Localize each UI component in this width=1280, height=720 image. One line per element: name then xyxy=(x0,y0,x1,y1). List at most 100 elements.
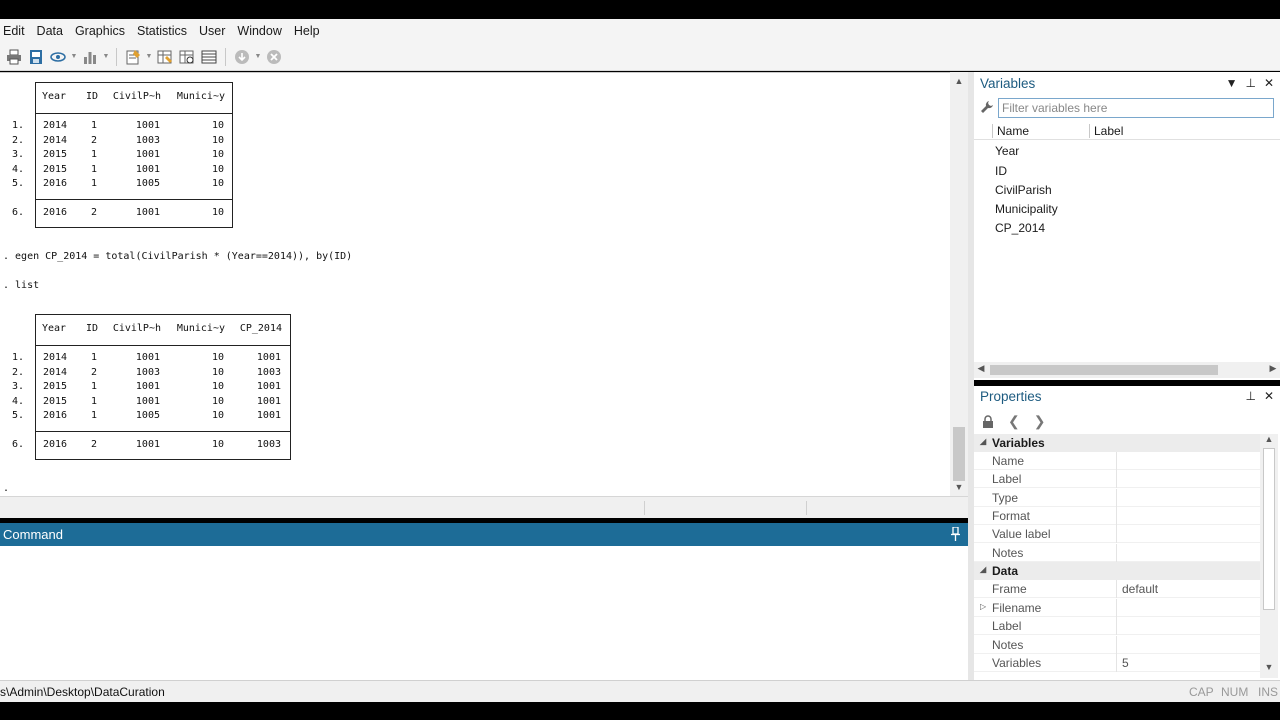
graph-dropdown-icon[interactable]: ▼ xyxy=(102,47,110,67)
properties-vertical-scrollbar[interactable]: ▲ ▼ xyxy=(1260,434,1278,678)
menu-graphics[interactable]: Graphics xyxy=(72,24,134,38)
table-header: Year xyxy=(42,323,67,334)
table-cell: 1 xyxy=(90,395,97,407)
variables-manager-icon[interactable] xyxy=(199,47,219,67)
results-vertical-scrollbar[interactable]: ▲ ▼ xyxy=(950,72,968,496)
property-row: Notes xyxy=(974,636,1260,654)
ins-indicator: INS xyxy=(1258,685,1279,699)
break-icon[interactable] xyxy=(264,47,284,67)
variable-item[interactable]: Municipality xyxy=(995,202,1058,216)
variable-item[interactable]: CivilParish xyxy=(995,183,1052,197)
table-cell: 2016 xyxy=(43,439,68,450)
variable-item[interactable]: ID xyxy=(995,164,1007,178)
close-icon[interactable]: ✕ xyxy=(1264,389,1274,403)
menu-help[interactable]: Help xyxy=(291,24,329,38)
results-window[interactable]: Year ID CivilP~h Munici~y 1. 2014 1 1001 10 2… xyxy=(0,72,968,496)
table-cell: 2016 xyxy=(43,207,68,218)
row-number: 5. xyxy=(12,410,25,421)
scroll-up-icon[interactable]: ▲ xyxy=(950,76,968,86)
viewer-dropdown-icon[interactable]: ▼ xyxy=(70,47,78,67)
lock-icon[interactable] xyxy=(982,414,994,428)
table-cell: 2015 xyxy=(43,395,68,407)
menu-edit[interactable]: Edit xyxy=(0,24,34,38)
property-row: Value label xyxy=(974,525,1260,543)
menu-data[interactable]: Data xyxy=(34,24,72,38)
table-cell: 10 xyxy=(211,207,224,218)
properties-panel: Properties ⊥ ✕ ❮ ❯ ◢ Variables Name Label… xyxy=(974,386,1280,680)
scroll-thumb[interactable] xyxy=(990,365,1218,375)
status-bar: s\Admin\Desktop\DataCuration CAP NUM INS xyxy=(0,680,1280,702)
cap-indicator: CAP xyxy=(1189,685,1214,699)
table-cell: 1001 xyxy=(135,207,160,218)
section-variables[interactable]: ◢ Variables xyxy=(974,434,1260,452)
table-header: CP_2014 xyxy=(239,323,282,334)
command-title: Command xyxy=(3,527,63,542)
properties-title: Properties xyxy=(980,389,1042,404)
table-cell: 10 xyxy=(211,395,224,407)
variable-item[interactable]: CP_2014 xyxy=(995,221,1045,235)
variables-filter-input[interactable]: Filter variables here xyxy=(998,98,1274,118)
pin-icon[interactable]: ⊥ xyxy=(1245,76,1255,90)
scroll-right-icon[interactable]: ▶ xyxy=(1266,363,1280,374)
table-cell: 1003 xyxy=(135,366,160,378)
table-cell: 1 xyxy=(90,120,97,131)
scroll-thumb[interactable] xyxy=(953,427,965,481)
column-label[interactable]: Label xyxy=(1094,124,1123,138)
do-file-dropdown-icon[interactable]: ▼ xyxy=(145,47,153,67)
section-data[interactable]: ◢ Data xyxy=(974,562,1260,580)
row-number: 3. xyxy=(12,149,25,160)
scroll-left-icon[interactable]: ◀ xyxy=(974,363,988,374)
close-icon[interactable]: ✕ xyxy=(1264,76,1274,90)
forward-icon[interactable]: ❯ xyxy=(1034,413,1046,430)
menu-statistics[interactable]: Statistics xyxy=(134,24,196,38)
wrench-icon[interactable] xyxy=(980,100,994,114)
scroll-down-icon[interactable]: ▼ xyxy=(1260,662,1278,672)
table-cell: 1 xyxy=(90,410,97,421)
table-cell: 1001 xyxy=(256,381,281,392)
graph-icon[interactable] xyxy=(80,47,100,67)
table-divider xyxy=(36,345,290,346)
data-browser-icon[interactable] xyxy=(177,47,197,67)
command-input[interactable] xyxy=(0,546,968,680)
scroll-thumb[interactable] xyxy=(1263,448,1275,610)
table-cell: 10 xyxy=(211,134,224,146)
filter-icon[interactable]: ▼ xyxy=(1226,76,1238,90)
row-number: 2. xyxy=(12,366,25,378)
table-header: Year xyxy=(42,91,67,102)
back-icon[interactable]: ❮ xyxy=(1008,413,1020,430)
table-cell: 10 xyxy=(211,439,224,450)
do-file-editor-icon[interactable] xyxy=(123,47,143,67)
scroll-up-icon[interactable]: ▲ xyxy=(1260,434,1278,444)
command-echo: . list xyxy=(3,280,40,291)
table-header: ID xyxy=(85,323,98,334)
more-icon[interactable] xyxy=(232,47,252,67)
table-cell: 2 xyxy=(90,134,97,146)
table-cell: 2015 xyxy=(43,381,68,392)
pin-icon[interactable] xyxy=(951,527,960,541)
variables-horizontal-scrollbar[interactable]: ◀ ▶ xyxy=(974,362,1280,378)
table-cell: 1003 xyxy=(256,439,281,450)
scroll-down-icon[interactable]: ▼ xyxy=(950,482,968,492)
property-row: Variables 5 xyxy=(974,654,1260,672)
variable-item[interactable]: Year xyxy=(995,144,1019,158)
expand-icon[interactable]: ▷ xyxy=(980,602,986,611)
row-number: 1. xyxy=(12,352,25,363)
table-cell: 1 xyxy=(90,149,97,160)
menu-user[interactable]: User xyxy=(196,24,234,38)
property-row: Format xyxy=(974,507,1260,525)
more-dropdown-icon[interactable]: ▼ xyxy=(254,47,262,67)
viewer-icon[interactable] xyxy=(48,47,68,67)
print-icon[interactable] xyxy=(4,47,24,67)
table-header: ID xyxy=(85,91,98,102)
pin-icon[interactable]: ⊥ xyxy=(1245,389,1255,403)
variables-column-header: Name Label xyxy=(974,122,1280,140)
menu-window[interactable]: Window xyxy=(234,24,290,38)
data-editor-icon[interactable] xyxy=(155,47,175,67)
table-header: CivilP~h xyxy=(112,323,161,334)
toolbar-separator xyxy=(116,47,117,66)
column-name[interactable]: Name xyxy=(997,124,1029,138)
log-icon[interactable] xyxy=(26,47,46,67)
table-cell: 1001 xyxy=(135,439,160,450)
table-cell: 10 xyxy=(211,410,224,421)
table-header: Munici~y xyxy=(176,323,225,334)
